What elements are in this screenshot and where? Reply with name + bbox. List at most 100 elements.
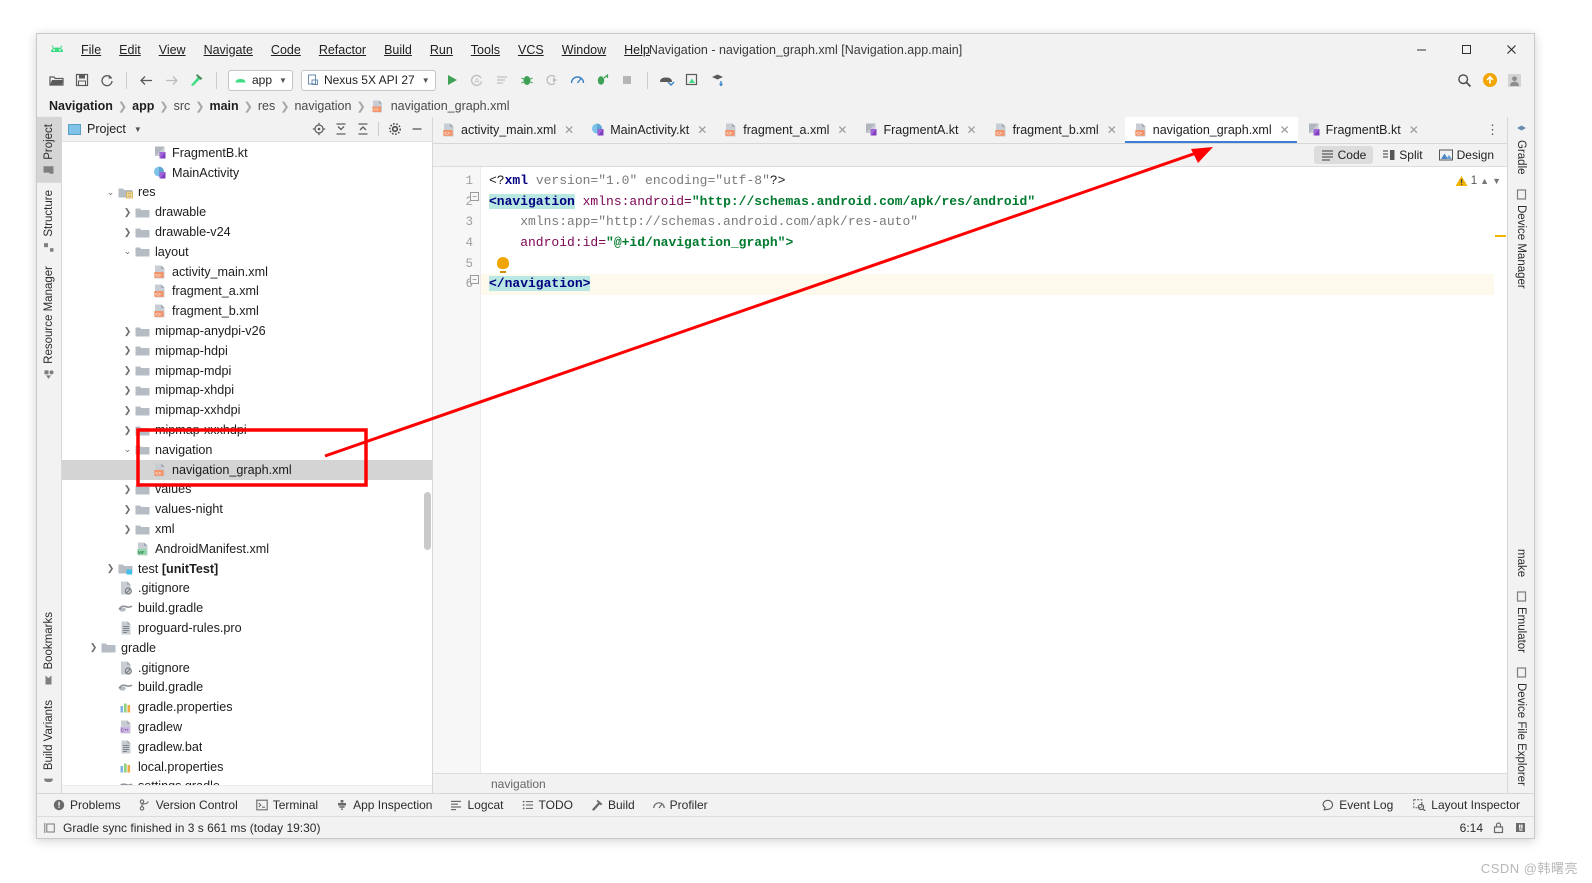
tree-node[interactable]: ❯ mipmap-xxxhdpi: [62, 420, 432, 440]
chevron-down-icon[interactable]: ⌄: [121, 246, 134, 257]
attach-debugger-button[interactable]: [541, 69, 564, 91]
intention-bulb-icon[interactable]: [497, 256, 509, 273]
tree-node[interactable]: local.properties: [62, 757, 432, 777]
editor-tab-options-button[interactable]: ⋮: [1478, 117, 1507, 143]
tree-node[interactable]: gradlew.bat: [62, 737, 432, 757]
account-button[interactable]: [1503, 69, 1526, 91]
close-tab-icon[interactable]: ✕: [1107, 123, 1117, 137]
menu-file[interactable]: File: [72, 40, 110, 60]
tree-node[interactable]: build.gradle: [62, 598, 432, 618]
close-button[interactable]: [1489, 34, 1534, 65]
menu-build[interactable]: Build: [375, 40, 421, 60]
project-tree-hscrollbar[interactable]: [62, 785, 432, 793]
close-tab-icon[interactable]: ✕: [967, 123, 977, 137]
tree-node[interactable]: ❯ gradle: [62, 638, 432, 658]
menu-vcs[interactable]: VCS: [509, 40, 553, 60]
caret-position[interactable]: 6:14: [1460, 821, 1483, 835]
chevron-right-icon[interactable]: ❯: [121, 207, 134, 218]
sdk-manager-button[interactable]: [656, 69, 679, 91]
breadcrumb-item-res[interactable]: res: [255, 99, 278, 113]
editor-tab-navigation-graph-xml[interactable]: <> navigation_graph.xml ✕: [1124, 117, 1298, 143]
hide-panel-button[interactable]: [407, 120, 426, 139]
view-mode-code[interactable]: Code: [1313, 146, 1374, 164]
code-text[interactable]: <?xml version="1.0" encoding="utf-8"?> <n…: [481, 167, 1507, 773]
navigate-back-button[interactable]: [135, 69, 158, 91]
project-tree-scrollbar[interactable]: [424, 492, 431, 550]
chevron-right-icon[interactable]: ❯: [87, 642, 100, 653]
bottom-tab-layout-inspector[interactable]: Layout Inspector: [1405, 796, 1528, 814]
tree-node[interactable]: ❯ drawable: [62, 202, 432, 222]
sidebar-item-make[interactable]: make: [1508, 542, 1534, 584]
close-tab-icon[interactable]: ✕: [1280, 123, 1290, 137]
bottom-tab-event-log[interactable]: Event Log: [1314, 796, 1401, 814]
chevron-right-icon[interactable]: ❯: [121, 365, 134, 376]
tree-node[interactable]: MainActivity: [62, 163, 432, 183]
avd-manager-button[interactable]: [681, 69, 704, 91]
chevron-down-icon[interactable]: ▼: [1492, 176, 1501, 186]
tree-node[interactable]: build.gradle: [62, 678, 432, 698]
bottom-tab-problems[interactable]: Problems: [45, 796, 129, 814]
device-selector[interactable]: Nexus 5X API 27 ▼: [300, 69, 436, 91]
tree-node[interactable]: settings.gradle: [62, 777, 432, 785]
tree-node[interactable]: .gitignore: [62, 579, 432, 599]
chevron-right-icon[interactable]: ❯: [104, 563, 117, 574]
maximize-button[interactable]: [1444, 34, 1489, 65]
gradle-sync-button[interactable]: [706, 69, 729, 91]
chevron-right-icon[interactable]: ❯: [121, 227, 134, 238]
bottom-tab-terminal[interactable]: Terminal: [248, 796, 326, 814]
tree-node[interactable]: MF AndroidManifest.xml: [62, 539, 432, 559]
bottom-tab-build[interactable]: Build: [583, 796, 643, 814]
menu-help[interactable]: Help: [615, 40, 659, 60]
bottom-tab-profiler[interactable]: Profiler: [645, 796, 716, 814]
breadcrumb-item-main[interactable]: main: [206, 99, 241, 113]
sidebar-item-project[interactable]: Project: [37, 117, 61, 183]
menu-navigate[interactable]: Navigate: [195, 40, 262, 60]
build-project-button[interactable]: [185, 69, 208, 91]
update-available-button[interactable]: [1478, 69, 1501, 91]
editor-tab-activity-main-xml[interactable]: <> activity_main.xml ✕: [433, 117, 582, 143]
stop-button[interactable]: [616, 69, 639, 91]
tree-node[interactable]: ⌄ navigation: [62, 440, 432, 460]
breadcrumb-item-src[interactable]: src: [171, 99, 194, 113]
expand-all-button[interactable]: [331, 120, 350, 139]
tree-node[interactable]: .gitignore: [62, 658, 432, 678]
tree-node[interactable]: ❯ mipmap-xhdpi: [62, 381, 432, 401]
bottom-tab-logcat[interactable]: Logcat: [442, 796, 511, 814]
menu-edit[interactable]: Edit: [110, 40, 150, 60]
menu-run[interactable]: Run: [421, 40, 462, 60]
close-tab-icon[interactable]: ✕: [564, 123, 574, 137]
chevron-down-icon[interactable]: ▼: [134, 125, 142, 134]
sidebar-item-device-file-explorer[interactable]: Device File Explorer: [1508, 660, 1534, 793]
chevron-right-icon[interactable]: ❯: [121, 345, 134, 356]
chevron-right-icon[interactable]: ❯: [121, 405, 134, 416]
project-settings-button[interactable]: [385, 120, 404, 139]
navigate-forward-button[interactable]: [160, 69, 183, 91]
chevron-right-icon[interactable]: ❯: [121, 425, 134, 436]
open-folder-button[interactable]: [45, 69, 68, 91]
tree-node[interactable]: FragmentB.kt: [62, 143, 432, 163]
editor-scrollbar[interactable]: [1494, 167, 1507, 773]
chevron-right-icon[interactable]: ❯: [121, 524, 134, 535]
sidebar-item-device-manager[interactable]: Device Manager: [1508, 182, 1534, 296]
save-all-button[interactable]: [70, 69, 93, 91]
sync-project-button[interactable]: [95, 69, 118, 91]
tree-node[interactable]: <> fragment_b.xml: [62, 301, 432, 321]
tree-node-selected[interactable]: <> navigation_graph.xml: [62, 459, 432, 480]
bottom-tab-todo[interactable]: TODO: [514, 796, 581, 814]
collapse-all-button[interactable]: [353, 120, 372, 139]
profiler-button[interactable]: [566, 69, 589, 91]
chevron-right-icon[interactable]: ❯: [121, 385, 134, 396]
sidebar-item-emulator[interactable]: Emulator: [1508, 584, 1534, 660]
menu-code[interactable]: Code: [262, 40, 310, 60]
lock-icon[interactable]: [1492, 821, 1505, 834]
chevron-right-icon[interactable]: ❯: [121, 326, 134, 337]
close-tab-icon[interactable]: ✕: [1409, 123, 1419, 137]
tree-node[interactable]: ❯ mipmap-hdpi: [62, 341, 432, 361]
breadcrumb-item-navigation-folder[interactable]: navigation: [291, 99, 354, 113]
breadcrumb-item-navigation[interactable]: Navigation: [46, 99, 116, 113]
run-button[interactable]: [441, 69, 464, 91]
locate-file-button[interactable]: [309, 120, 328, 139]
tree-node[interactable]: ❯ mipmap-mdpi: [62, 361, 432, 381]
chevron-right-icon[interactable]: ❯: [121, 504, 134, 515]
menu-view[interactable]: View: [150, 40, 195, 60]
